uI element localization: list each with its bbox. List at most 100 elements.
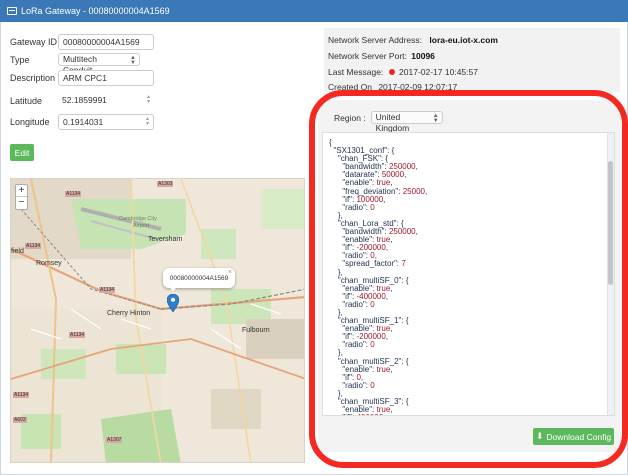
config-json-token: , bbox=[390, 324, 393, 334]
config-json-token: 0 bbox=[370, 299, 375, 309]
config-json-line: "radio": 0 bbox=[329, 380, 427, 390]
region-row: Region : United Kingdom ▲ ▼ bbox=[334, 111, 443, 133]
config-json-token: 0 bbox=[370, 202, 375, 212]
latitude-label: Latitude bbox=[10, 96, 43, 106]
config-json-token: , bbox=[415, 227, 418, 237]
map-label-a1134: A1134 bbox=[69, 332, 86, 338]
region-label: Region : bbox=[334, 112, 366, 123]
map-label-a1134: A1134 bbox=[99, 287, 116, 293]
config-json-token: 0 bbox=[370, 380, 375, 390]
description-field[interactable]: ARM CPC1 bbox=[58, 70, 154, 86]
type-select[interactable]: Multitech Conduit ▲▼ bbox=[58, 53, 140, 75]
longitude-field[interactable]: 0.1914031 ▲ ▼ bbox=[58, 114, 154, 130]
server-port-label: Network Server Port: bbox=[328, 51, 407, 61]
download-arrow-icon: ⬇ bbox=[535, 431, 544, 441]
config-json-line: "radio": 0 bbox=[329, 202, 427, 212]
created-value: 2017-02-09 12:07:17 bbox=[378, 82, 458, 92]
config-json-token: , bbox=[385, 332, 389, 342]
config-json-token: 0 bbox=[370, 340, 375, 350]
gateway-popup: 00080000004A1569 × bbox=[163, 268, 235, 288]
created-line: Created On 2017-02-09 12:07:17 bbox=[328, 82, 457, 92]
config-json-text: { "SX1301_conf": { "chan_FSK": { "bandwi… bbox=[329, 138, 428, 415]
zoom-out-button[interactable]: − bbox=[16, 197, 27, 209]
config-json-line: "spread_factor": 7 bbox=[329, 260, 427, 268]
latitude-field[interactable]: 52.1859991 ▲ ▼ bbox=[58, 93, 154, 109]
config-json-token: , bbox=[390, 405, 393, 415]
region-select[interactable]: United Kingdom ▲ ▼ bbox=[370, 111, 443, 133]
map-label-a603: A603 bbox=[13, 417, 27, 423]
map-label-fulbourn: Fulbourn bbox=[242, 327, 270, 334]
type-row: Type Multitech Conduit ▲▼ bbox=[10, 53, 140, 75]
select-arrows-icon: ▲ ▼ bbox=[432, 113, 439, 124]
config-scrollbar[interactable] bbox=[607, 133, 614, 415]
map-tiles bbox=[11, 179, 304, 462]
edit-button[interactable]: Edit bbox=[10, 144, 34, 161]
config-json-viewer[interactable]: { "SX1301_conf": { "chan_FSK": { "bandwi… bbox=[322, 132, 615, 416]
map-label-a1303: A1303 bbox=[157, 181, 174, 187]
popup-tip bbox=[168, 286, 178, 291]
map-label-a1134: A1134 bbox=[65, 191, 82, 197]
map-label-cherry-hinton: Cherry Hinton bbox=[107, 310, 151, 317]
select-arrows-icon: ▲ ▼ bbox=[130, 55, 136, 66]
config-json-token: 25000 bbox=[402, 186, 425, 196]
config-json-line: "if": 400000, bbox=[329, 413, 427, 415]
config-json-token: , bbox=[404, 170, 407, 180]
gateway-id-row: Gateway ID 00080000004A1569 bbox=[10, 34, 154, 50]
config-json-line: "radio": 0 bbox=[329, 341, 427, 349]
status-dot-icon bbox=[388, 69, 395, 75]
last-message-value: 2017-02-17 10:45:57 bbox=[399, 67, 478, 77]
config-json-token: , bbox=[390, 235, 393, 245]
popup-gateway-id: 00080000004A1569 bbox=[169, 274, 229, 282]
download-config-button[interactable]: ⬇ Download Config bbox=[533, 428, 614, 445]
config-json-token: , bbox=[415, 162, 418, 172]
config-json-token: , bbox=[385, 243, 389, 253]
server-port-value: 10096 bbox=[411, 51, 435, 61]
config-json-token: , bbox=[424, 186, 428, 196]
spinner-icon[interactable]: ▲ ▼ bbox=[146, 95, 151, 105]
config-scroll-thumb[interactable] bbox=[608, 161, 613, 285]
map[interactable]: + − A1134 A1303 A1134 A1134 A1134 A1134 … bbox=[10, 178, 305, 463]
window-titlebar: LoRa Gateway - 00080000004A1569 bbox=[0, 0, 628, 22]
gateway-id-label: Gateway ID bbox=[10, 37, 58, 47]
spinner-icon[interactable]: ▲ ▼ bbox=[145, 117, 150, 127]
map-label-teversham: Teversham bbox=[148, 236, 183, 243]
latitude-value: 52.1859991 bbox=[62, 95, 107, 105]
zoom-in-button[interactable]: + bbox=[16, 185, 27, 197]
map-label-airport: Airport bbox=[133, 223, 150, 229]
map-marker-icon[interactable] bbox=[166, 293, 180, 314]
longitude-label: Longitude bbox=[10, 117, 50, 127]
config-json-token: , bbox=[390, 283, 393, 293]
type-label: Type bbox=[10, 54, 30, 65]
config-json-token: , bbox=[383, 413, 385, 415]
config-json-token: 7 bbox=[401, 259, 406, 269]
description-label: Description bbox=[10, 73, 56, 83]
config-json-token: , bbox=[390, 364, 393, 374]
download-config-label: Download Config bbox=[546, 431, 612, 442]
config-json-token: true bbox=[376, 364, 391, 374]
gateway-icon bbox=[7, 7, 17, 15]
map-label-cambridge-city: Cambridge City bbox=[119, 216, 157, 222]
description-row: Description ARM CPC1 bbox=[10, 70, 154, 86]
window-title: LoRa Gateway - 00080000004A1569 bbox=[21, 6, 170, 16]
last-message-label: Last Message: bbox=[328, 67, 384, 77]
popup-close-icon[interactable]: × bbox=[228, 269, 232, 276]
map-label-field: field bbox=[11, 248, 24, 255]
config-json-token: "if": bbox=[329, 413, 356, 415]
longitude-row: Longitude 0.1914031 ▲ ▼ bbox=[10, 114, 154, 130]
map-label-a1134: A1134 bbox=[25, 243, 42, 249]
server-address-label: Network Server Address: bbox=[328, 35, 423, 45]
last-message-line: Last Message: 2017-02-17 10:45:57 bbox=[328, 67, 478, 77]
map-label-a1307: A1307 bbox=[106, 437, 123, 443]
created-label: Created On bbox=[328, 82, 372, 92]
latitude-row: Latitude 52.1859991 ▲ ▼ bbox=[10, 93, 154, 109]
server-address-line: Network Server Address: lora-eu.iot-x.co… bbox=[328, 35, 498, 45]
server-port-line: Network Server Port: 10096 bbox=[328, 51, 435, 61]
zoom-control: + − bbox=[15, 184, 28, 210]
config-json-token: , bbox=[385, 291, 389, 301]
map-label-romsey: Romsey bbox=[36, 260, 62, 267]
config-json-token: , bbox=[383, 194, 386, 204]
config-json-token: 400000 bbox=[356, 413, 383, 415]
longitude-value: 0.1914031 bbox=[63, 117, 104, 127]
map-label-a1134: A1134 bbox=[13, 392, 30, 398]
gateway-id-field[interactable]: 00080000004A1569 bbox=[58, 34, 154, 50]
